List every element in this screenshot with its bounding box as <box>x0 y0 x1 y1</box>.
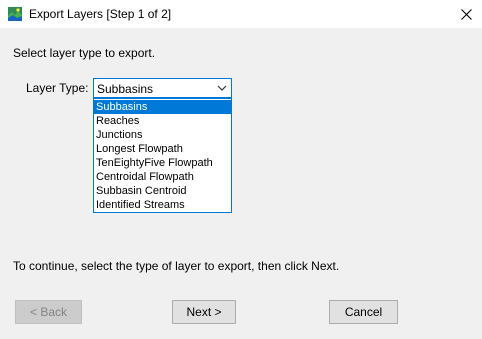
layer-type-options-list: Subbasins Reaches Junctions Longest Flowpat… <box>93 98 232 213</box>
close-icon <box>461 8 472 20</box>
dropdown-option[interactable]: Junctions <box>94 128 231 142</box>
chevron-down-icon <box>217 85 227 91</box>
layer-type-label: Layer Type: <box>26 81 89 95</box>
map-layers-icon <box>8 7 22 21</box>
dropdown-option[interactable]: Reaches <box>94 114 231 128</box>
cancel-button[interactable]: Cancel <box>329 300 398 324</box>
dropdown-option[interactable]: Identified Streams <box>94 198 231 212</box>
back-button[interactable]: < Back <box>15 300 82 324</box>
layer-type-dropdown[interactable]: Subbasins <box>93 78 232 98</box>
title-bar: Export Layers [Step 1 of 2] <box>0 0 482 28</box>
dropdown-option[interactable]: Subbasin Centroid <box>94 184 231 198</box>
instruction-text: Select layer type to export. <box>13 46 156 60</box>
dropdown-option[interactable]: Subbasins <box>94 100 231 114</box>
hint-text: To continue, select the type of layer to… <box>13 259 340 273</box>
dropdown-option[interactable]: TenEightyFive Flowpath <box>94 156 231 170</box>
dropdown-option[interactable]: Longest Flowpath <box>94 142 231 156</box>
window-title: Export Layers [Step 1 of 2] <box>29 7 172 21</box>
close-button[interactable] <box>451 0 482 28</box>
export-layers-dialog: Export Layers [Step 1 of 2] Select layer… <box>0 0 482 339</box>
dropdown-option[interactable]: Centroidal Flowpath <box>94 170 231 184</box>
layer-type-selected-value: Subbasins <box>97 82 154 96</box>
next-button[interactable]: Next > <box>172 300 236 324</box>
